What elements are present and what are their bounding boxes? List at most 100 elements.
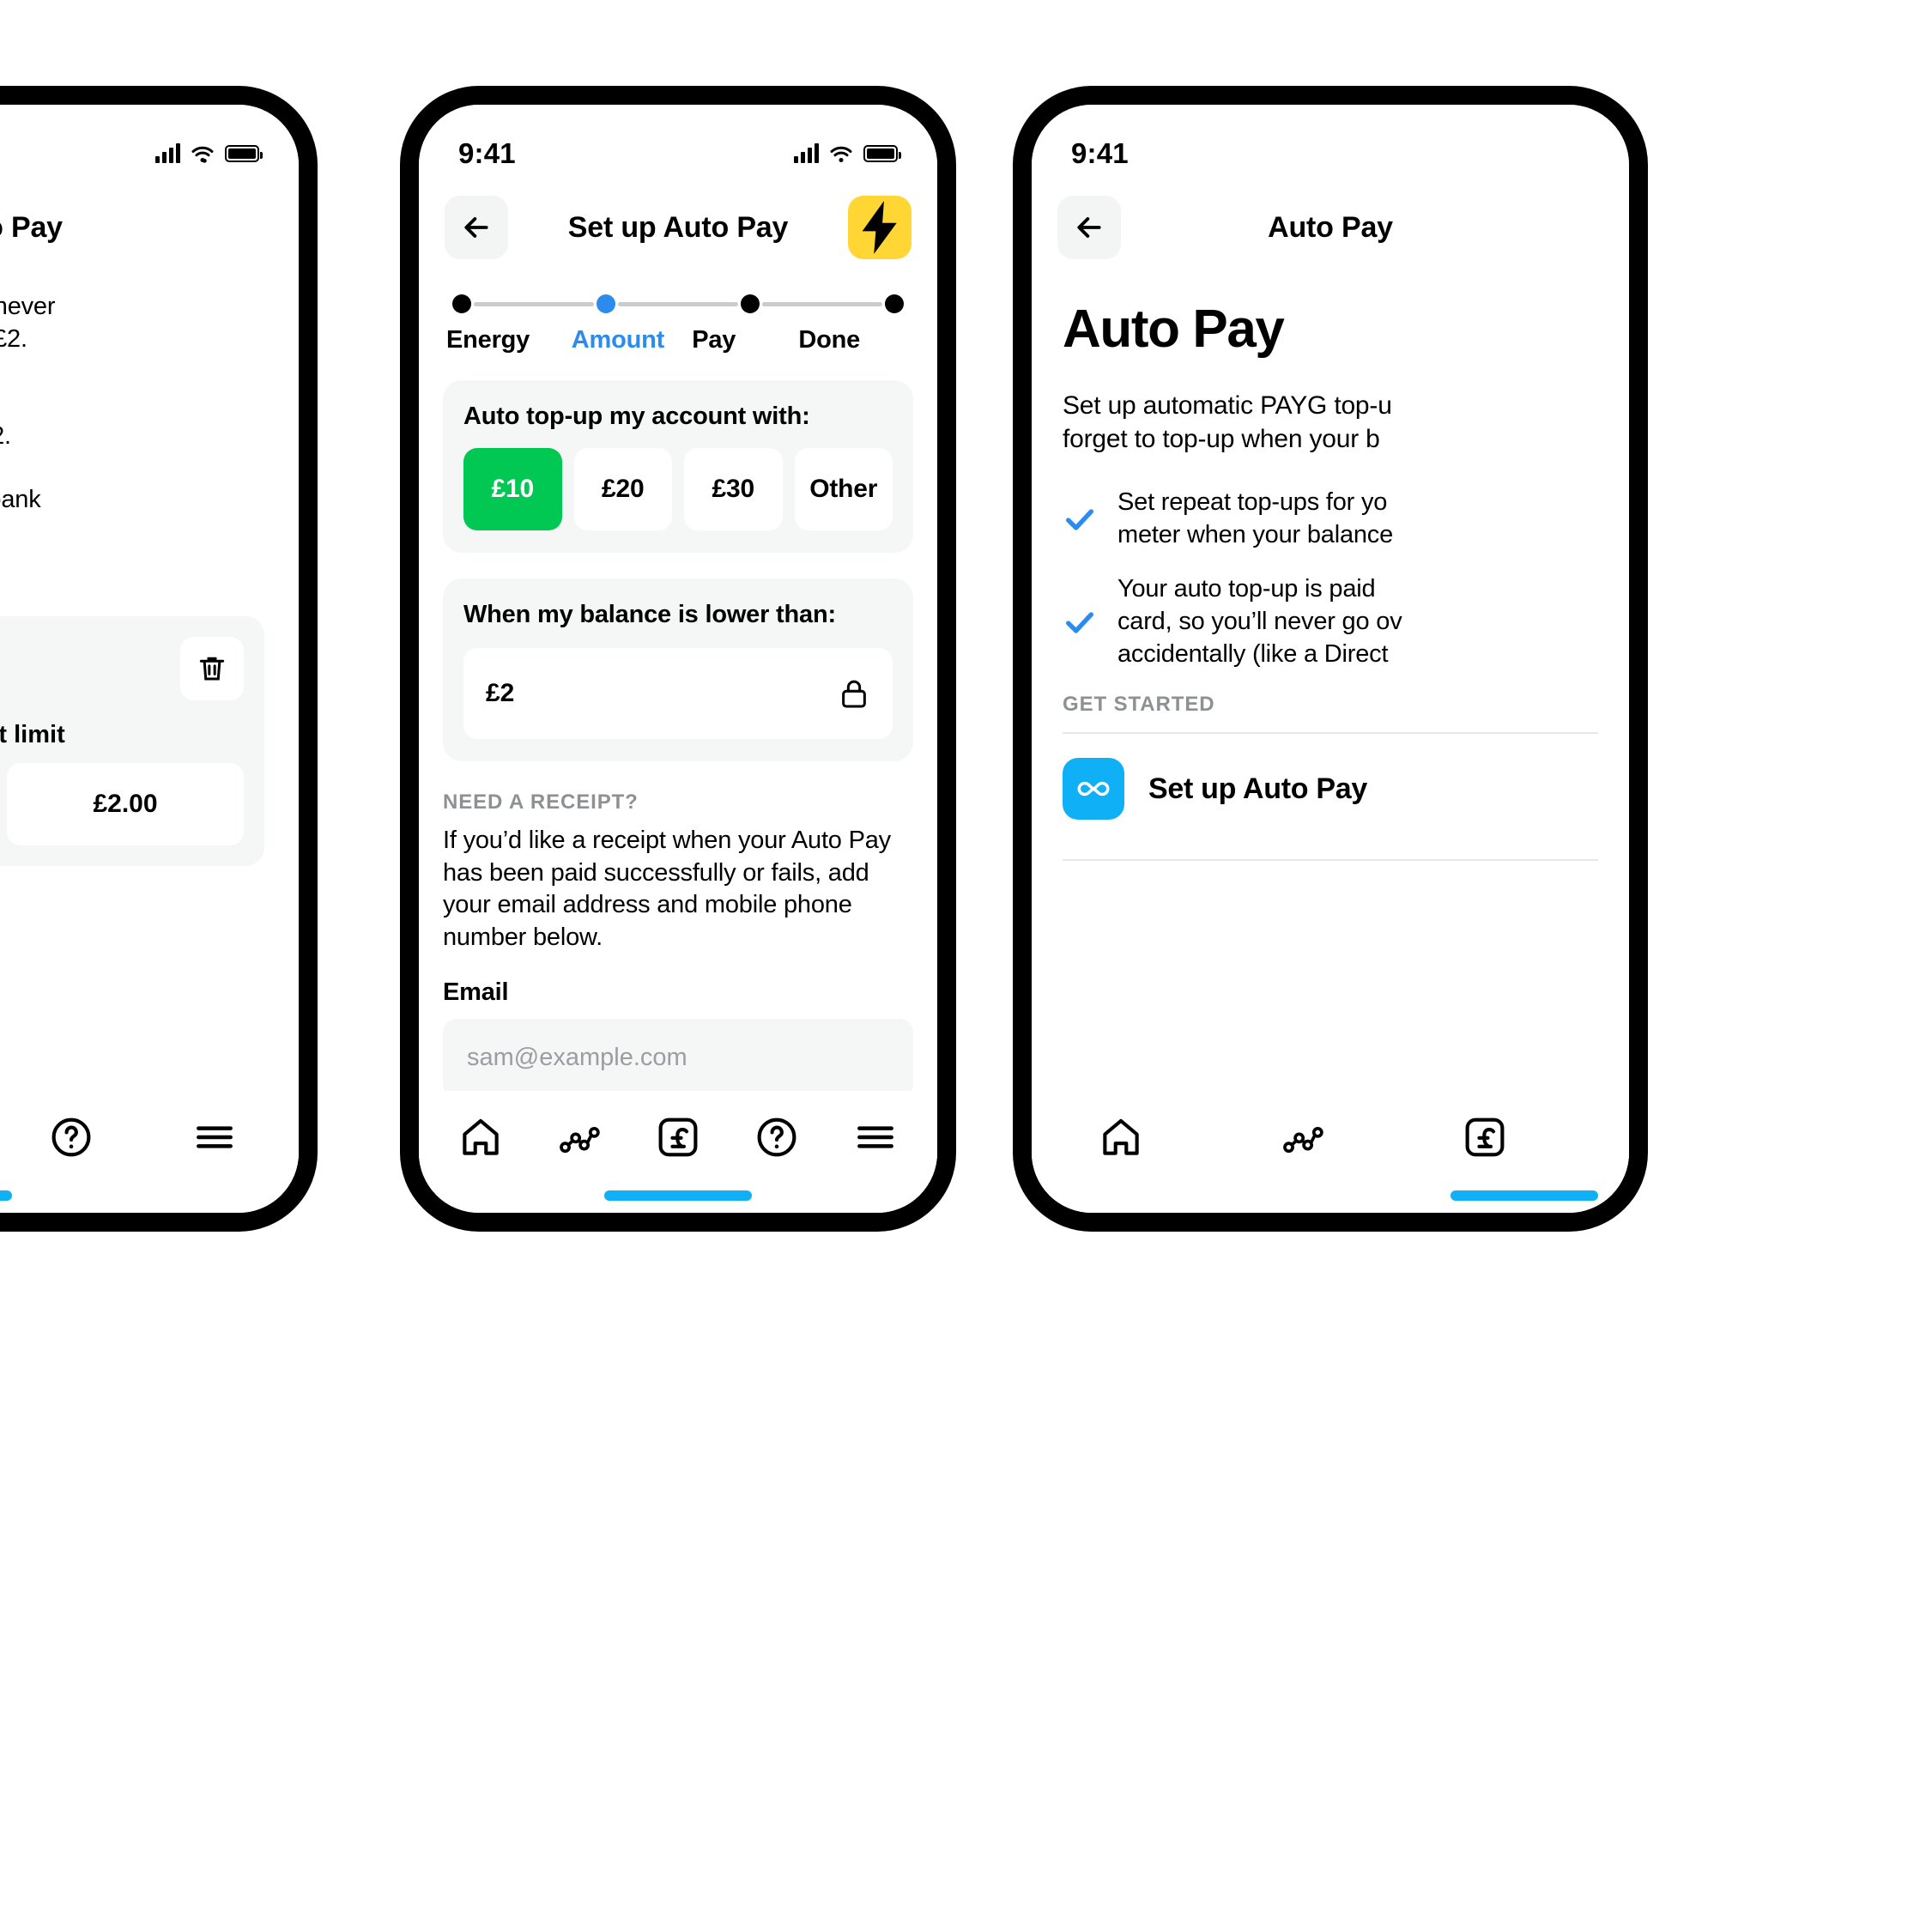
threshold-card-title: When my balance is lower than: — [463, 601, 836, 628]
step-line-2 — [618, 301, 738, 306]
email-input[interactable]: sam@example.com — [443, 1018, 913, 1098]
tab-help[interactable] — [32, 1098, 111, 1177]
screenshot-canvas: Auto Pay c PAYG top-ups so you never whe… — [0, 0, 1932, 1932]
step-label-done: Done — [798, 326, 861, 354]
stepper-labels: Energy Amount Pay Done — [446, 326, 910, 354]
phone-middle: 9:41 Set up Auto Pay Energy Amount Pay D… — [400, 86, 956, 1232]
nav-spacer-right — [209, 196, 273, 259]
lock-icon — [838, 677, 870, 710]
signal-icon — [794, 143, 819, 163]
back-button[interactable] — [445, 196, 508, 259]
step-label-pay: Pay — [692, 326, 736, 354]
tab-home[interactable] — [441, 1098, 520, 1177]
lightning-bolt-icon — [862, 201, 897, 254]
phone-right-screen: 9:41 Auto Pay Auto Pay Set up automatic … — [1032, 105, 1629, 1213]
tab-menu[interactable] — [836, 1098, 915, 1177]
status-bar-mid: 9:41 — [419, 105, 937, 173]
nav-bar-right: Auto Pay — [1032, 173, 1629, 259]
usage-chart-icon — [1283, 1126, 1323, 1154]
help-icon — [757, 1117, 796, 1157]
amount-card: Auto top-up my account with: £10 £20 £30… — [443, 380, 913, 553]
status-time: 9:41 — [458, 137, 516, 169]
page-title-right: Auto Pay — [1268, 210, 1393, 244]
threshold-field[interactable]: £2 — [463, 648, 893, 739]
status-bar-right: 9:41 — [1032, 105, 1629, 173]
phone-right: 9:41 Auto Pay Auto Pay Set up automatic … — [1013, 86, 1648, 1232]
phone-middle-screen: 9:41 Set up Auto Pay Energy Amount Pay D… — [419, 105, 937, 1213]
receipt-eyebrow: NEED A RECEIPT? — [443, 790, 639, 814]
setup-stepper: Energy Amount Pay Done — [419, 259, 937, 354]
home-indicator-mid — [604, 1190, 752, 1201]
benefits-list: Set repeat top-ups for yo meter when you… — [1063, 487, 1598, 670]
credit-limit-label: Credit limit — [0, 720, 65, 748]
arrow-left-icon — [1077, 217, 1101, 238]
page-title: Set up Auto Pay — [567, 210, 789, 244]
amount-option-other[interactable]: Other — [794, 448, 893, 530]
back-button[interactable] — [1057, 196, 1121, 259]
status-indicators — [155, 143, 263, 164]
tab-payments[interactable] — [639, 1098, 718, 1177]
tab-bar-left — [0, 1091, 299, 1213]
step-dot-amount[interactable] — [597, 294, 615, 313]
amount-card-title: Auto top-up my account with: — [463, 403, 810, 430]
home-indicator-left — [0, 1190, 12, 1201]
phone-left-screen: Auto Pay c PAYG top-ups so you never whe… — [0, 105, 299, 1213]
tab-usage[interactable] — [540, 1098, 619, 1177]
credit-limit-value[interactable]: £2.00 — [7, 762, 244, 845]
arrow-left-icon — [464, 217, 488, 238]
step-label-amount: Amount — [571, 326, 665, 354]
step-dot-done[interactable] — [885, 294, 904, 313]
check-icon — [1063, 605, 1097, 639]
phone-left-content: c PAYG top-ups so you never when your ba… — [0, 290, 299, 866]
battery-icon — [863, 145, 901, 162]
amount-option-30[interactable]: £30 — [684, 448, 783, 530]
phone-left: Auto Pay c PAYG top-ups so you never whe… — [0, 86, 318, 1232]
receipt-paragraph: If you’d like a receipt when your Auto P… — [443, 827, 891, 952]
menu-icon — [197, 1126, 233, 1148]
signal-icon — [155, 143, 180, 163]
email-label: Email — [443, 978, 509, 1006]
threshold-value: £2 — [486, 679, 515, 707]
threshold-card: When my balance is lower than: £2 — [443, 578, 913, 761]
tab-help[interactable] — [737, 1098, 816, 1177]
status-indicators — [794, 143, 901, 164]
step-line-1 — [474, 301, 594, 306]
page-title-left: Auto Pay — [0, 210, 63, 244]
energy-action-button[interactable] — [848, 196, 911, 259]
step-dot-energy[interactable] — [452, 294, 471, 313]
amount-option-20[interactable]: £20 — [573, 448, 672, 530]
step-dot-pay[interactable] — [741, 294, 760, 313]
set-up-auto-pay-label: Set up Auto Pay — [1148, 772, 1367, 805]
benefit-text: Set repeat top-ups for yo meter when you… — [1117, 488, 1394, 548]
battery-icon — [225, 145, 263, 162]
credit-limit-card: Credit limit £2.00 — [0, 615, 264, 866]
amount-option-10[interactable]: £10 — [463, 448, 562, 530]
wifi-icon — [191, 146, 214, 163]
amount-options: £10 £20 £30 Other — [463, 448, 893, 530]
tab-usage[interactable] — [1263, 1098, 1342, 1177]
phone-right-content: Auto Pay Set up automatic PAYG top-u for… — [1032, 299, 1629, 862]
help-icon — [51, 1117, 91, 1157]
benefit-text: Your auto top-up is paid card, so you’ll… — [1117, 575, 1402, 668]
divider-bottom — [1063, 859, 1598, 862]
tab-payments[interactable] — [1445, 1098, 1524, 1177]
infinity-icon — [1063, 758, 1124, 821]
step-line-3 — [762, 301, 882, 306]
stepper-track — [446, 294, 910, 314]
trash-icon — [199, 657, 225, 681]
get-started-eyebrow: GET STARTED — [1063, 693, 1215, 717]
set-up-auto-pay-row[interactable]: Set up Auto Pay — [1063, 734, 1598, 844]
nav-bar-mid: Set up Auto Pay — [419, 173, 937, 259]
left-paragraph-3: op-up is paid with your bank ll never go… — [0, 486, 41, 514]
delete-button[interactable] — [180, 636, 244, 700]
left-paragraph-1: c PAYG top-ups so you never when your ba… — [0, 293, 56, 354]
nav-bar-left: Auto Pay — [0, 173, 299, 259]
tab-home[interactable] — [1081, 1098, 1160, 1177]
step-label-energy: Energy — [446, 326, 530, 354]
status-bar-left — [0, 105, 299, 173]
auto-pay-heading: Auto Pay — [1063, 300, 1285, 359]
auto-pay-intro: Set up automatic PAYG top-u forget to to… — [1063, 391, 1392, 453]
credit-limit-fields: £2.00 — [0, 762, 244, 845]
usage-chart-icon — [559, 1126, 600, 1154]
tab-menu[interactable] — [175, 1098, 254, 1177]
